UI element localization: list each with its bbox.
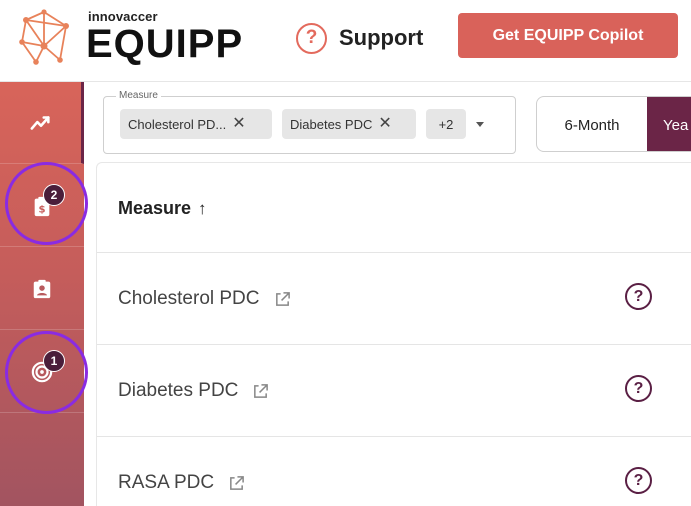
external-link-icon[interactable] bbox=[252, 383, 269, 400]
measure-cell: Diabetes PDC bbox=[118, 380, 269, 402]
close-icon[interactable]: ✕ bbox=[232, 116, 245, 132]
question-circle-icon[interactable]: ? bbox=[625, 375, 652, 402]
more-chips[interactable]: +2 bbox=[426, 109, 466, 139]
target-icon-wrap: 1 bbox=[31, 349, 65, 383]
measure-column-header[interactable]: Measure ↑ bbox=[118, 198, 207, 219]
sidebar-item-goals[interactable]: 1 bbox=[0, 331, 84, 413]
support-label: Support bbox=[339, 25, 424, 50]
chip-cholesterol[interactable]: Cholesterol PD... ✕ bbox=[120, 109, 272, 139]
chevron-down-icon[interactable] bbox=[476, 122, 484, 127]
table-row[interactable]: Cholesterol PDC ? bbox=[97, 253, 691, 345]
sidebar-item-patients[interactable] bbox=[0, 248, 84, 330]
table-header: Measure ↑ bbox=[97, 163, 691, 253]
notification-badge: 2 bbox=[43, 183, 65, 206]
trend-chart-icon bbox=[30, 115, 50, 130]
innovaccer-logo-icon bbox=[19, 9, 69, 65]
chip-diabetes[interactable]: Diabetes PDC ✕ bbox=[282, 109, 416, 139]
sidebar: $ 2 1 bbox=[0, 82, 84, 506]
sidebar-item-trends[interactable] bbox=[0, 82, 84, 164]
measure-name: RASA PDC bbox=[118, 472, 215, 493]
external-link-icon[interactable] bbox=[274, 291, 291, 308]
period-toggle: 6-Month Yea bbox=[536, 96, 691, 152]
notification-badge: 1 bbox=[43, 349, 65, 372]
measure-name: Diabetes PDC bbox=[118, 380, 239, 401]
column-header-label: Measure bbox=[118, 198, 192, 218]
measure-cell: RASA PDC bbox=[118, 472, 245, 494]
table-row[interactable]: Diabetes PDC ? bbox=[97, 345, 691, 437]
external-link-icon[interactable] bbox=[228, 475, 245, 492]
support-link[interactable]: ? Support bbox=[296, 22, 423, 54]
question-circle-icon[interactable]: ? bbox=[625, 467, 652, 494]
sidebar-item-billing[interactable]: $ 2 bbox=[0, 165, 84, 247]
product-name: EQUIPP bbox=[86, 22, 244, 66]
chip-label: Cholesterol PD... bbox=[128, 116, 227, 132]
sort-ascending-icon: ↑ bbox=[198, 198, 207, 218]
measure-multiselect[interactable]: Measure Cholesterol PD... ✕ Diabetes PDC… bbox=[103, 90, 516, 154]
measures-table: Measure ↑ Cholesterol PDC ? Diabetes PDC… bbox=[96, 162, 691, 506]
patient-clipboard-icon bbox=[33, 279, 51, 298]
measure-cell: Cholesterol PDC bbox=[118, 288, 291, 310]
chip-label: Diabetes PDC bbox=[290, 116, 373, 132]
period-year[interactable]: Yea bbox=[647, 97, 691, 151]
top-header: innovaccer EQUIPP ? Support Get EQUIPP C… bbox=[0, 0, 691, 82]
svg-text:$: $ bbox=[38, 204, 45, 215]
question-circle-icon[interactable]: ? bbox=[625, 283, 652, 310]
table-row[interactable]: RASA PDC ? bbox=[97, 437, 691, 506]
get-copilot-button[interactable]: Get EQUIPP Copilot bbox=[458, 13, 678, 58]
measure-field-label: Measure bbox=[116, 90, 161, 101]
measure-name: Cholesterol PDC bbox=[118, 288, 260, 309]
period-6-month[interactable]: 6-Month bbox=[537, 97, 647, 151]
question-circle-icon: ? bbox=[296, 22, 327, 54]
dollar-clipboard-wrap: $ 2 bbox=[31, 183, 65, 217]
close-icon[interactable]: ✕ bbox=[378, 116, 391, 132]
